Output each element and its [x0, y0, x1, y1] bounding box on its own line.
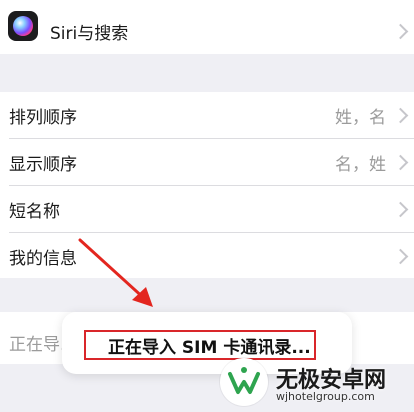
watermark-subtitle: wjhotelgroup.com — [276, 390, 375, 403]
sort-order-value: 姓，名 — [335, 107, 386, 128]
chevron-right-icon — [392, 248, 409, 265]
name-settings-group: 排列顺序 姓，名 显示顺序 名，姓 短名称 我的信息 — [0, 92, 414, 278]
sort-order-row[interactable]: 排列顺序 姓，名 — [0, 92, 414, 138]
my-info-label: 我的信息 — [9, 248, 77, 269]
display-order-label: 显示顺序 — [9, 154, 77, 175]
siri-search-row[interactable]: Siri与搜索 — [0, 8, 414, 54]
watermark-logo-icon — [220, 358, 268, 406]
chevron-right-icon — [392, 107, 409, 124]
my-info-row[interactable]: 我的信息 — [0, 233, 414, 279]
siri-group: Siri与搜索 — [0, 0, 414, 54]
siri-icon — [8, 11, 38, 41]
display-order-row[interactable]: 显示顺序 名，姓 — [0, 139, 414, 185]
chevron-right-icon — [392, 23, 409, 40]
sort-order-label: 排列顺序 — [9, 107, 77, 128]
short-name-row[interactable]: 短名称 — [0, 186, 414, 232]
display-order-value: 名，姓 — [335, 154, 386, 175]
chevron-right-icon — [392, 154, 409, 171]
siri-search-label: Siri与搜索 — [50, 23, 129, 44]
import-progress-message: 正在导入 SIM 卡通讯录... — [108, 338, 311, 358]
chevron-right-icon — [392, 201, 409, 218]
short-name-label: 短名称 — [9, 201, 60, 222]
